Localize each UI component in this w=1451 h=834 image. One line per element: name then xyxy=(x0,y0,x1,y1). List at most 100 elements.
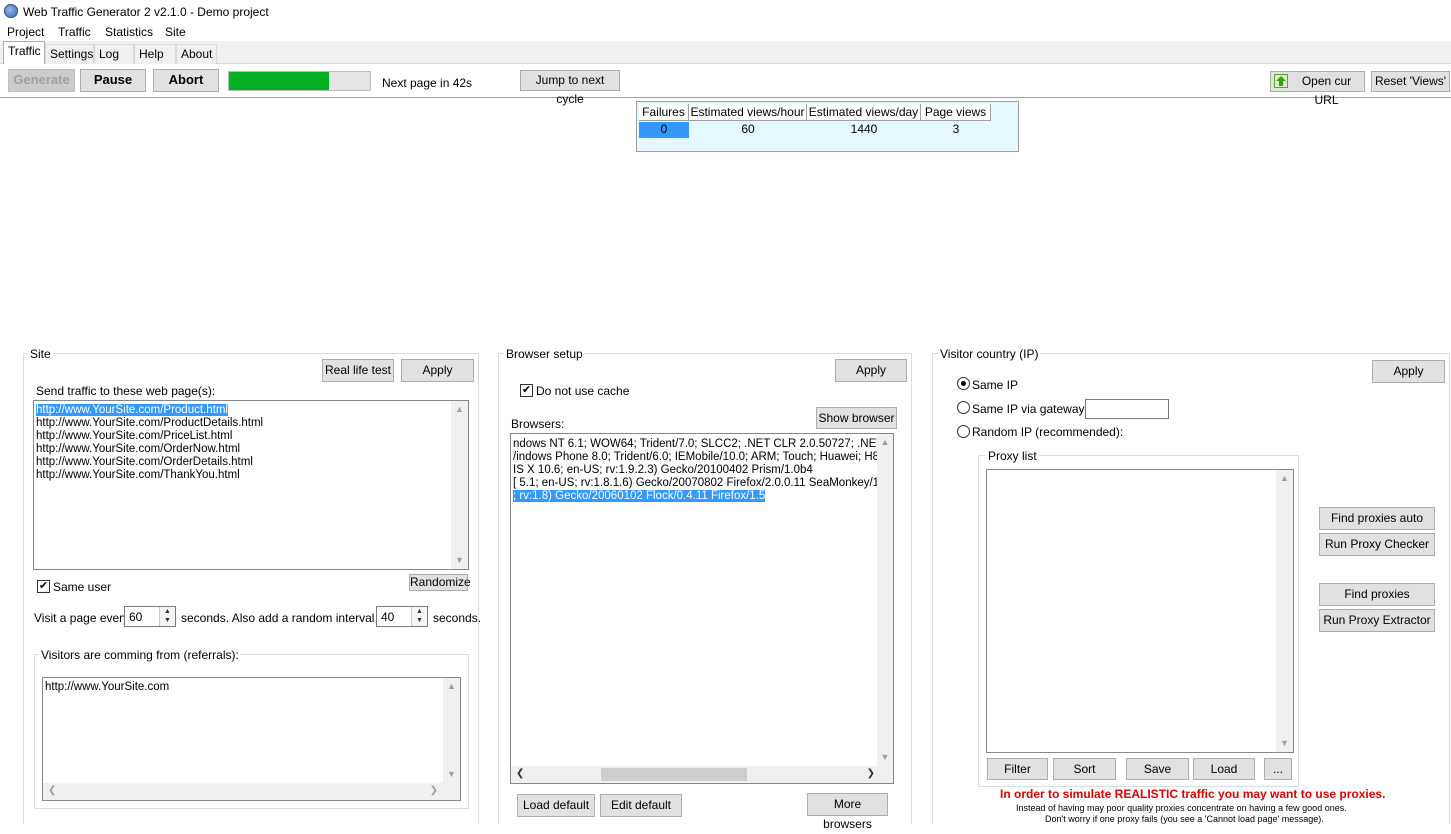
abort-button[interactable]: Abort xyxy=(153,69,219,92)
filter-button[interactable]: Filter xyxy=(987,758,1048,780)
browsers-vscrollbar[interactable]: ▲ ▼ xyxy=(877,434,893,766)
tab-help[interactable]: Help xyxy=(134,44,176,64)
next-page-status: Next page in 42s xyxy=(382,76,473,90)
menu-traffic[interactable]: Traffic xyxy=(58,25,91,39)
visitor-group-title: Visitor country (IP) xyxy=(938,347,1041,361)
tab-traffic[interactable]: Traffic xyxy=(3,41,45,65)
browser-agent-item[interactable]: IS X 10.6; en-US; rv:1.9.2.3) Gecko/2010… xyxy=(513,464,813,477)
visitor-apply-button[interactable]: Apply xyxy=(1372,360,1445,383)
load-default-button[interactable]: Load default xyxy=(517,794,595,817)
page-item[interactable]: http://www.YourSite.com/ThankYou.html xyxy=(36,469,240,482)
up-icon[interactable]: ▲ xyxy=(412,607,427,616)
browsers-list[interactable]: ndows NT 6.1; WOW64; Trident/7.0; SLCC2;… xyxy=(510,433,894,784)
progress-fill xyxy=(229,72,330,90)
open-cur-url-label: Open cur URL xyxy=(1301,74,1352,107)
page-item[interactable]: http://www.YourSite.com/Product.html xyxy=(36,404,228,416)
referrals-hscrollbar[interactable]: ❮ ❯ xyxy=(43,783,460,800)
menu-project[interactable]: Project xyxy=(7,25,44,39)
open-cur-url-button[interactable]: Open cur URL xyxy=(1270,71,1365,107)
browser-apply-button[interactable]: Apply xyxy=(835,359,907,382)
menu-statistics[interactable]: Statistics xyxy=(105,25,153,39)
browsers-hscroll-thumb[interactable] xyxy=(601,768,747,781)
pages-list[interactable]: http://www.YourSite.com/Product.html htt… xyxy=(33,400,469,570)
find-proxies-manually-button[interactable]: Find proxies manually xyxy=(1319,583,1435,621)
stats-views-hour-value: 60 xyxy=(741,122,755,136)
page-item[interactable]: http://www.YourSite.com/PriceList.html xyxy=(36,430,232,443)
same-user-checkbox[interactable]: ✔ xyxy=(37,580,50,593)
visit-interval-stepper[interactable]: 60 ▲ ▼ xyxy=(124,606,176,627)
real-life-test-button[interactable]: Real life test xyxy=(322,359,394,382)
pages-scrollbar[interactable]: ▲ ▼ xyxy=(451,401,468,569)
referrals-list[interactable]: http://www.YourSite.com ▲ ▼ ❮ ❯ xyxy=(42,677,461,801)
stats-header-page-views: Page views xyxy=(921,104,991,121)
down-icon[interactable]: ▼ xyxy=(160,616,175,625)
generate-button[interactable]: Generate xyxy=(8,69,75,92)
sort-button[interactable]: Sort xyxy=(1053,758,1116,780)
page-item[interactable]: http://www.YourSite.com/OrderNow.html xyxy=(36,443,240,456)
tab-strip: Traffic Settings Log Help About xyxy=(0,41,1451,65)
same-ip-label: Same IP xyxy=(972,378,1019,392)
random-ip-radio[interactable] xyxy=(957,425,970,438)
visit-every-label: Visit a page every xyxy=(34,611,130,625)
app-icon xyxy=(4,4,18,18)
gateway-input[interactable] xyxy=(1085,399,1169,419)
random-ip-label: Random IP (recommended): xyxy=(972,425,1124,439)
browser-agent-item[interactable]: ndows NT 6.1; WOW64; Trident/7.0; SLCC2;… xyxy=(513,438,893,451)
pause-button[interactable]: Pause xyxy=(80,69,146,92)
show-browser-button[interactable]: Show browser xyxy=(816,407,897,429)
browsers-label: Browsers: xyxy=(511,417,565,431)
seconds-also-label: seconds. Also add a random interval of xyxy=(181,611,388,625)
browser-group-title: Browser setup xyxy=(504,347,585,361)
tab-settings[interactable]: Settings xyxy=(45,44,94,64)
stats-header-failures: Failures xyxy=(639,104,689,121)
proxy-warning: In order to simulate REALISTIC traffic y… xyxy=(1000,787,1386,801)
proxy-note-1: Instead of having may poor quality proxi… xyxy=(1016,803,1347,813)
up-icon[interactable]: ▲ xyxy=(160,607,175,616)
random-interval-stepper[interactable]: 40 ▲ ▼ xyxy=(376,606,428,627)
browsers-hscrollbar[interactable]: ❮ ❯ xyxy=(511,766,893,783)
randomize-button[interactable]: Randomize xyxy=(409,574,471,591)
run-proxy-checker-button[interactable]: Run Proxy Checker xyxy=(1319,533,1435,556)
referrals-vscrollbar[interactable]: ▲ ▼ xyxy=(443,678,460,783)
progress-bar xyxy=(228,71,371,91)
stats-header-views-day: Estimated views/day xyxy=(807,104,921,121)
save-button[interactable]: Save xyxy=(1126,758,1189,780)
no-cache-checkbox[interactable]: ✔ xyxy=(520,384,533,397)
stats-page-views-value: 3 xyxy=(952,122,960,136)
no-cache-label: Do not use cache xyxy=(536,384,630,398)
proxy-list-title: Proxy list xyxy=(986,449,1039,463)
stats-views-day-value: 1440 xyxy=(850,122,878,136)
browser-agent-item[interactable]: /indows Phone 8.0; Trident/6.0; IEMobile… xyxy=(513,451,892,464)
title-bar: Web Traffic Generator 2 v2.1.0 - Demo pr… xyxy=(0,0,1451,22)
more-browsers-button[interactable]: More browsers xyxy=(807,793,888,831)
stats-header-views-hour: Estimated views/hour xyxy=(689,104,807,121)
tab-log[interactable]: Log xyxy=(94,44,134,64)
page-item[interactable]: http://www.YourSite.com/OrderDetails.htm… xyxy=(36,456,253,469)
site-apply-button[interactable]: Apply xyxy=(401,359,474,382)
reset-views-button[interactable]: Reset 'Views' xyxy=(1371,71,1450,92)
browser-agent-item[interactable]: [ 5.1; en-US; rv:1.8.1.6) Gecko/20070802… xyxy=(513,477,892,490)
load-button[interactable]: Load xyxy=(1193,758,1255,780)
tab-about[interactable]: About xyxy=(176,44,217,64)
page-item[interactable]: http://www.YourSite.com/ProductDetails.h… xyxy=(36,417,263,430)
same-user-label: Same user xyxy=(53,580,112,594)
find-proxies-auto-button[interactable]: Find proxies auto xyxy=(1319,507,1435,530)
proxy-list[interactable]: ▲ ▼ xyxy=(986,469,1294,753)
stats-failures-value: 0 xyxy=(639,122,689,138)
browser-agent-item[interactable]: ; rv:1.8) Gecko/20060102 Flock/0.4.11 Fi… xyxy=(513,490,766,502)
referral-item[interactable]: http://www.YourSite.com xyxy=(45,681,169,694)
edit-default-button[interactable]: Edit default xyxy=(600,794,682,817)
same-ip-gateway-label: Same IP via gateway: xyxy=(972,402,1088,416)
proxy-list-scrollbar[interactable]: ▲ ▼ xyxy=(1276,470,1293,752)
menu-site[interactable]: Site xyxy=(165,25,186,39)
jump-next-cycle-button[interactable]: Jump to next cycle xyxy=(520,70,620,106)
referrals-group-title: Visitors are comming from (referrals): xyxy=(39,648,241,662)
menu-bar: Project Traffic Statistics Site xyxy=(0,23,1451,41)
down-icon[interactable]: ▼ xyxy=(412,616,427,625)
more-options-button[interactable]: ... xyxy=(1264,758,1292,780)
pages-label: Send traffic to these web page(s): xyxy=(36,384,216,398)
window-title: Web Traffic Generator 2 v2.1.0 - Demo pr… xyxy=(23,5,269,19)
run-proxy-extractor-button[interactable]: Run Proxy Extractor xyxy=(1319,609,1435,632)
same-ip-gateway-radio[interactable] xyxy=(957,401,970,414)
same-ip-radio[interactable] xyxy=(957,377,970,390)
